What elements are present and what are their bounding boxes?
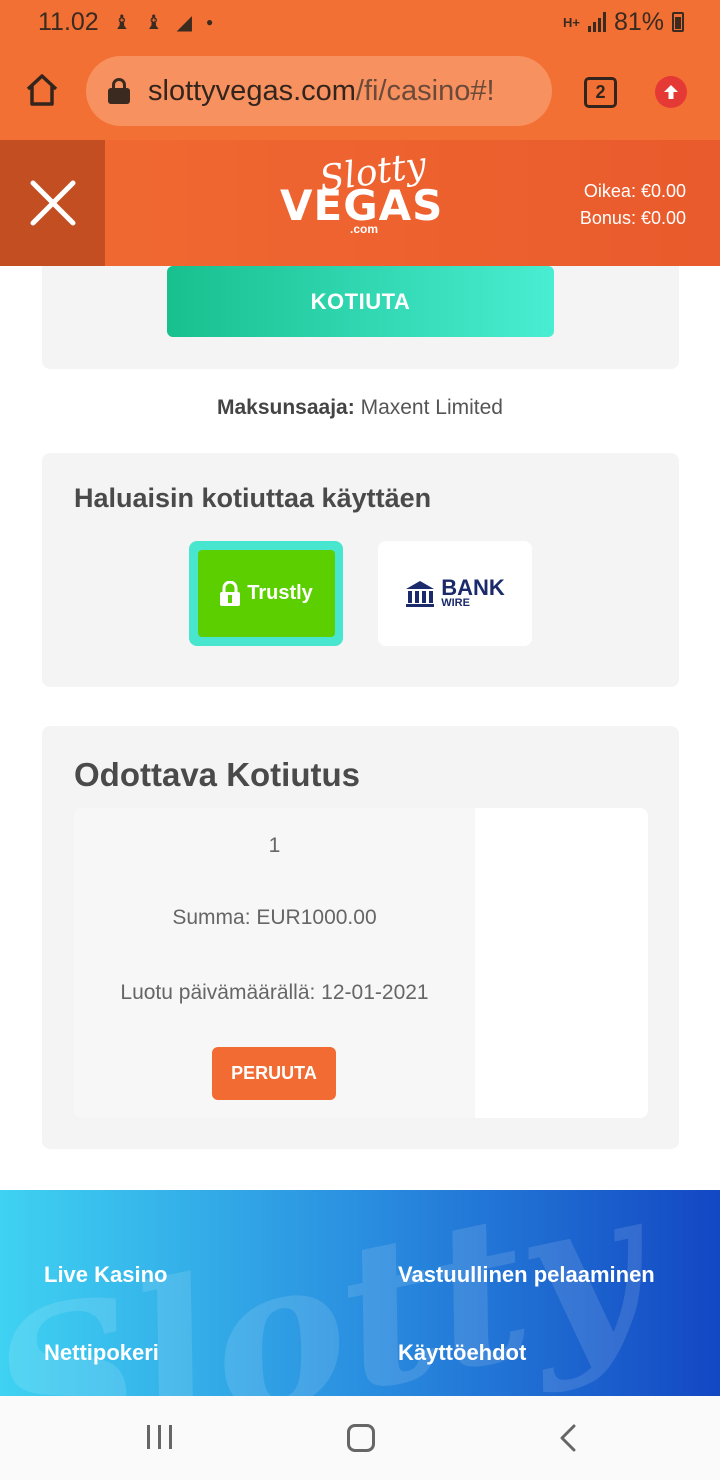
trustly-label: Trustly [247, 582, 313, 604]
pending-withdrawal-card: Odottava Kotiutus 1 Summa: EUR1000.00 Lu… [42, 726, 679, 1149]
balances: Oikea: €0.00 Bonus: €0.00 [580, 178, 686, 232]
withdraw-button[interactable]: KOTIUTA [167, 266, 554, 337]
notification-icon: ♝ [112, 11, 131, 34]
recent-apps-icon[interactable] [147, 1425, 172, 1449]
footer-link-terms[interactable]: Käyttöehdot [398, 1340, 526, 1366]
notification-icon: ◢ [176, 11, 192, 34]
tab-switcher-button[interactable]: 2 [584, 77, 617, 108]
methods-title: Haluaisin kotiuttaa käyttäen [74, 483, 432, 513]
pending-item: 1 Summa: EUR1000.00 Luotu päivämäärällä:… [74, 808, 648, 1118]
notification-icon: ♝ [144, 11, 163, 34]
close-icon [30, 180, 75, 226]
system-nav-bar [0, 1396, 720, 1480]
footer-link-live-casino[interactable]: Live Kasino [44, 1262, 167, 1288]
battery-percent: 81% [613, 7, 664, 36]
trustly-lock-icon [220, 580, 241, 606]
home-nav-icon[interactable] [347, 1424, 375, 1452]
bank-label-main: BANK [441, 574, 505, 600]
bank-icon [406, 580, 435, 607]
url-host: slottyvegas.com [148, 74, 356, 107]
real-balance: Oikea: €0.00 [583, 181, 686, 201]
battery-icon [672, 12, 684, 32]
back-icon[interactable] [556, 1424, 584, 1452]
method-bank-wire[interactable]: BANK WIRE [378, 541, 532, 646]
footer-link-responsible-gaming[interactable]: Vastuullinen pelaaminen [398, 1262, 655, 1288]
payee-label: Maksunsaaja: [217, 396, 355, 419]
browser-toolbar: slottyvegas.com/fi/casino#! 2 [0, 44, 720, 140]
status-bar: 11.02 ♝ ♝ ◢ ● H+ 81% [0, 0, 720, 44]
payee-value: Maxent Limited [360, 396, 503, 419]
site-header: Slotty VEGAS .com Oikea: €0.00 Bonus: €0… [0, 140, 720, 266]
pending-title: Odottava Kotiutus [74, 756, 360, 793]
payment-methods-card: Haluaisin kotiuttaa käyttäen Trustly BAN… [42, 453, 679, 687]
more-notifications-icon: ● [205, 15, 214, 29]
cancel-withdrawal-button[interactable]: PERUUTA [212, 1047, 336, 1100]
pending-created-date: Luotu päivämäärällä: 12-01-2021 [120, 981, 429, 1004]
pending-amount: Summa: EUR1000.00 [172, 906, 377, 929]
home-icon[interactable] [24, 72, 60, 108]
address-bar[interactable]: slottyvegas.com/fi/casino#! [86, 56, 552, 126]
payee-info: Maksunsaaja: Maxent Limited [0, 396, 720, 420]
lock-icon [108, 78, 130, 104]
status-time: 11.02 [38, 7, 99, 36]
site-logo[interactable]: Slotty VEGAS .com [280, 145, 442, 254]
pending-number: 1 [268, 834, 281, 857]
footer-link-poker[interactable]: Nettipokeri [44, 1340, 159, 1366]
close-menu-button[interactable] [0, 140, 105, 266]
network-type: H+ [562, 14, 580, 30]
method-trustly[interactable]: Trustly [189, 541, 343, 646]
site-footer: Slotty Live Kasino Vastuullinen pelaamin… [0, 1190, 720, 1396]
update-icon[interactable] [655, 76, 687, 108]
bonus-balance: Bonus: €0.00 [579, 208, 686, 228]
signal-icon [587, 12, 606, 32]
withdraw-card: KOTIUTA [42, 266, 679, 369]
url-path: /fi/casino#! [355, 74, 495, 107]
